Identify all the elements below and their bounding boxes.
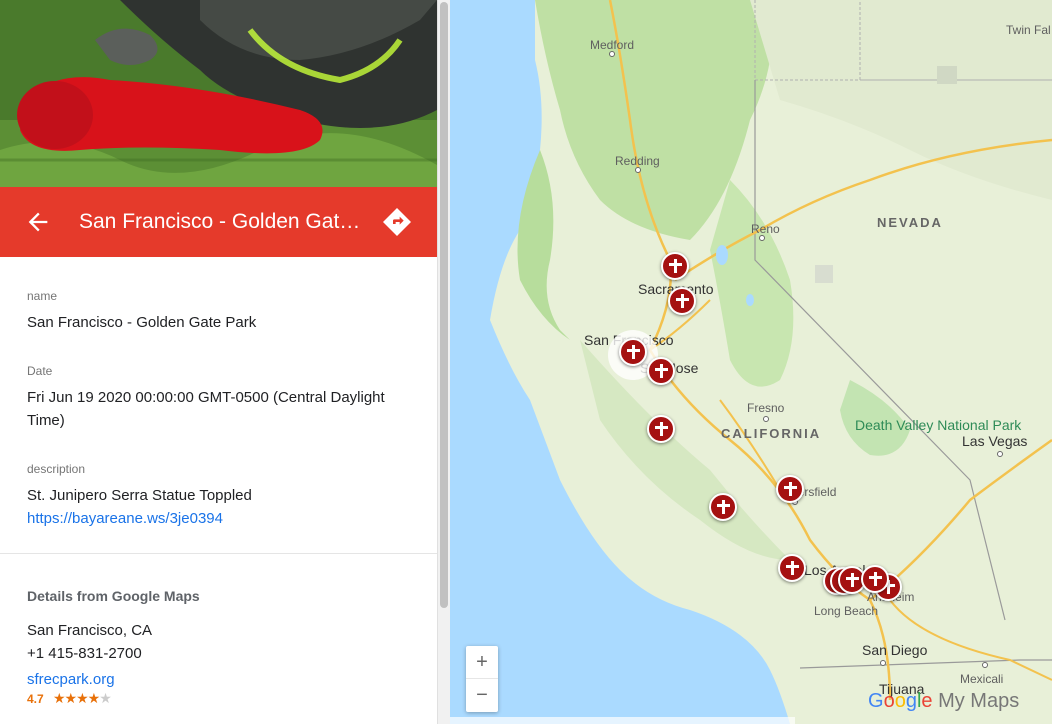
name-label: name (27, 289, 58, 303)
back-arrow-icon[interactable] (24, 208, 52, 236)
zoom-out-button[interactable]: − (466, 679, 498, 712)
map-marker-selected[interactable] (619, 338, 647, 366)
description-value: St. Junipero Serra Statue Toppled (27, 487, 252, 504)
map-label-las-vegas: Las Vegas (962, 433, 1028, 449)
date-field: Date Fri Jun 19 2020 00:00:00 GMT-0500 (… (27, 363, 407, 432)
map-label-california: CALIFORNIA (721, 426, 822, 441)
google-my-maps-logo: Google My Maps (868, 690, 1020, 712)
partial-star: ★ (99, 690, 112, 706)
map-marker[interactable] (776, 475, 804, 503)
map-label-fresno: Fresno (747, 401, 785, 415)
rating-stars: ★★★★★ (53, 690, 112, 707)
map-marker[interactable] (647, 357, 675, 385)
map-marker[interactable] (668, 287, 696, 315)
description-link[interactable]: https://bayareane.ws/3je0394 (27, 507, 407, 530)
map-view[interactable]: Medford Twin Fal Redding Reno NEVADA Sac… (450, 0, 1052, 724)
map-label-mexicali: Mexicali (960, 672, 1004, 686)
map-label-nevada: NEVADA (877, 215, 943, 230)
place-details-panel: San Francisco - Golden Gate Park name Sa… (0, 0, 437, 724)
map-marker[interactable] (647, 415, 675, 443)
place-title: San Francisco - Golden Gate Park (79, 210, 364, 233)
name-field: name San Francisco - Golden Gate Park (27, 288, 407, 334)
map-label-long-beach: Long Beach (814, 604, 879, 618)
directions-icon[interactable] (381, 206, 413, 238)
map-marker[interactable] (709, 493, 737, 521)
city-dot-mexicali (982, 662, 988, 668)
description-label: description (27, 462, 86, 476)
city-dot-reno (759, 235, 765, 241)
place-header: San Francisco - Golden Gate Park (0, 187, 437, 257)
date-value: Fri Jun 19 2020 00:00:00 GMT-0500 (Centr… (27, 389, 385, 429)
google-details-website[interactable]: sfrecpark.org (27, 668, 115, 691)
my-maps-app: San Francisco - Golden Gate Park name Sa… (0, 0, 1052, 724)
map-basemap (450, 0, 1052, 724)
map-label-reno: Reno (751, 222, 780, 236)
google-details-heading: Details from Google Maps (27, 588, 200, 604)
map-marker[interactable] (661, 252, 689, 280)
city-dot-las-vegas (997, 451, 1003, 457)
place-photo (0, 0, 437, 187)
date-label: Date (27, 364, 53, 378)
panel-scrollbar[interactable] (437, 0, 450, 724)
filled-stars: ★★★★ (53, 690, 100, 706)
city-dot-redding (635, 167, 641, 173)
city-dot-fresno (763, 416, 769, 422)
map-label-twin-falls: Twin Fal (1006, 23, 1051, 37)
map-marker[interactable] (861, 565, 889, 593)
website-link[interactable]: sfrecpark.org (27, 668, 115, 691)
map-attribution (450, 717, 795, 724)
google-details-city: San Francisco, CA (27, 622, 153, 639)
scrollbar-thumb[interactable] (440, 2, 448, 608)
map-marker[interactable] (778, 554, 806, 582)
description-field: description St. Junipero Serra Statue To… (27, 461, 407, 530)
google-details-phone: +1 415-831-2700 (27, 645, 142, 662)
city-dot-san-diego (880, 660, 886, 666)
rating-value: 4.7 (27, 692, 44, 706)
map-label-death-valley: Death Valley National Park (855, 417, 1022, 433)
map-label-san-diego: San Diego (862, 642, 928, 658)
map-label-redding: Redding (615, 154, 660, 168)
city-dot-medford (609, 51, 615, 57)
zoom-in-button[interactable]: + (466, 646, 498, 679)
map-label-medford: Medford (590, 38, 635, 52)
name-value: San Francisco - Golden Gate Park (27, 314, 257, 331)
zoom-control: + − (466, 646, 498, 712)
section-divider (0, 553, 437, 554)
